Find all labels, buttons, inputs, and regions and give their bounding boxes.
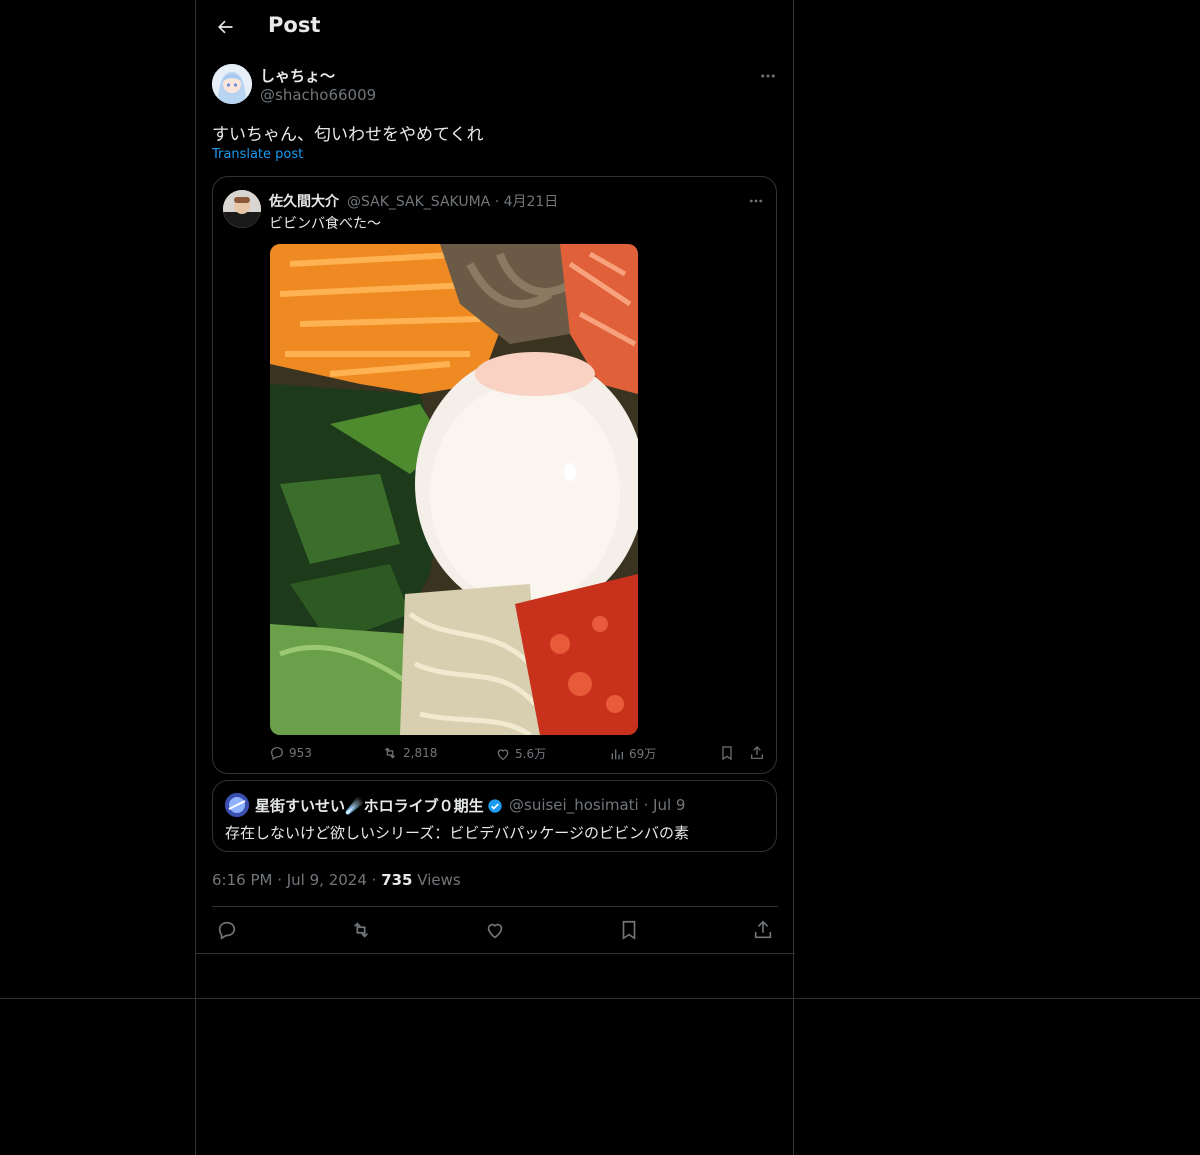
action-divider <box>212 906 778 907</box>
more-options-button[interactable] <box>758 66 778 86</box>
bibimbap-photo <box>270 244 638 735</box>
more-dots-icon <box>761 74 775 78</box>
quoted-display-name[interactable]: 佐久間大介 <box>269 191 339 211</box>
bookmark-icon <box>722 746 732 761</box>
repost-icon <box>353 922 369 938</box>
reply-icon <box>218 921 236 940</box>
avatar[interactable] <box>212 64 252 104</box>
quoted-bookmark-button[interactable] <box>719 745 735 761</box>
quoted-post-card[interactable]: 佐久間大介 @SAK_SAK_SAKUMA · 4月21日 ビビンバ食べた〜 9… <box>212 176 777 774</box>
post-header: Post <box>196 0 793 54</box>
quoted-action-bar: 953 2,818 5.6万 69万 <box>269 745 769 769</box>
column-bottom-divider <box>196 953 795 954</box>
parent-display-name[interactable]: 星街すいせい☄️ホロライブ０期生 <box>255 795 503 816</box>
repost-count: 2,818 <box>403 746 438 760</box>
quoted-share-button[interactable] <box>749 745 765 761</box>
quoted-repost-button[interactable]: 2,818 <box>381 745 437 761</box>
parent-avatar[interactable] <box>225 793 249 817</box>
quoted-more-options-button[interactable] <box>746 191 766 211</box>
page-title: Post <box>268 13 321 37</box>
quoted-reply-button[interactable]: 953 <box>269 745 312 761</box>
reply-button[interactable] <box>214 917 240 943</box>
quoted-views-button[interactable]: 69万 <box>609 745 656 762</box>
views-label: Views <box>417 871 461 889</box>
repost-button[interactable] <box>348 917 374 943</box>
post-text: すいちゃん、匂いわせをやめてくれ <box>212 125 484 145</box>
heart-icon <box>487 923 503 939</box>
post-action-bar <box>212 917 778 943</box>
post-timestamp[interactable]: 6:16 PM · Jul 9, 2024 · <box>212 871 376 889</box>
bookmark-button[interactable] <box>616 917 642 943</box>
view-count: 69万 <box>629 747 657 761</box>
like-count: 5.6万 <box>515 747 547 761</box>
quoted-media-image[interactable] <box>270 244 638 735</box>
repost-icon <box>384 747 396 759</box>
quoted-handle-date[interactable]: @SAK_SAK_SAKUMA · 4月21日 <box>347 191 558 211</box>
user-handle[interactable]: @shacho66009 <box>260 86 376 104</box>
heart-icon <box>497 749 509 760</box>
share-icon <box>754 920 772 939</box>
post-metadata: 6:16 PM · Jul 9, 2024 · 735 Views <box>212 871 461 889</box>
like-button[interactable] <box>482 917 508 943</box>
quoted-post-text: ビビンバ食べた〜 <box>269 216 381 232</box>
display-name[interactable]: しゃちょ〜 <box>260 65 335 86</box>
parent-quote-card[interactable]: 星街すいせい☄️ホロライブ０期生 @suisei_hosimati · Jul … <box>212 780 777 852</box>
views-count: 735 <box>381 871 413 889</box>
share-button[interactable] <box>750 917 776 943</box>
share-icon <box>751 746 763 759</box>
quoted-avatar[interactable] <box>223 190 261 228</box>
quoted-like-button[interactable]: 5.6万 <box>495 745 546 762</box>
parent-name-text: 星街すいせい☄️ホロライブ０期生 <box>255 797 484 815</box>
bar-chart-icon <box>611 748 623 759</box>
parent-handle-date[interactable]: @suisei_hosimati · Jul 9 <box>509 796 685 814</box>
arrow-left-icon <box>218 20 233 34</box>
reply-count: 953 <box>289 746 312 760</box>
parent-post-text: 存在しないけど欲しいシリーズ：ビビデバパッケージのビビンバの素 <box>225 824 689 842</box>
bookmark-icon <box>622 920 636 940</box>
more-dots-icon <box>750 199 762 203</box>
translate-link[interactable]: Translate post <box>212 147 303 162</box>
reply-icon <box>271 747 283 761</box>
verified-badge-icon <box>488 798 502 813</box>
back-button[interactable] <box>212 14 238 40</box>
